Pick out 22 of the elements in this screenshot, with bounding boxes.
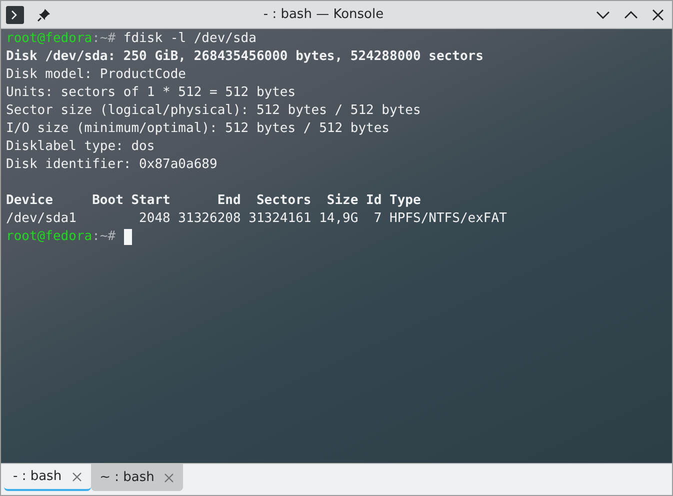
output-line: Units: sectors of 1 * 512 = 512 bytes bbox=[6, 84, 296, 102]
output-line: /dev/sda1 2048 31326208 31324161 14,9G 7 HPFS/NTFS/exFAT bbox=[6, 210, 507, 228]
terminal-icon bbox=[6, 6, 24, 24]
window-title: - : bash — Konsole bbox=[263, 7, 384, 22]
prompt-user: root@fedora bbox=[6, 228, 92, 246]
output-line: Disklabel type: dos bbox=[6, 138, 155, 156]
prompt-path: :~# bbox=[92, 30, 116, 48]
close-icon[interactable] bbox=[652, 8, 664, 20]
table-header: Device Boot Start End Sectors Size Id Type bbox=[6, 192, 421, 210]
terminal-area[interactable] bbox=[1, 29, 672, 463]
output-line: Disk identifier: 0x87a0a689 bbox=[6, 156, 218, 174]
minimize-icon[interactable] bbox=[596, 10, 610, 20]
command-text: fdisk -l /dev/sda bbox=[122, 30, 256, 48]
prompt-user: root@fedora bbox=[6, 30, 92, 48]
output-line: Disk /dev/sda: 250 GiB, 268435456000 bytes, 524288000 sectors bbox=[6, 48, 484, 66]
output-line: Sector size (logical/physical): 512 bytes / 512 bytes bbox=[6, 102, 421, 120]
output-line: Disk model: ProductCode bbox=[6, 66, 186, 84]
prompt-path: :~# bbox=[92, 228, 116, 246]
maximize-icon[interactable] bbox=[624, 10, 638, 20]
output-line: I/O size (minimum/optimal): 512 bytes / 512 bytes bbox=[6, 120, 390, 138]
tab[interactable]: ~ : bash bbox=[90, 464, 184, 491]
pin-icon[interactable] bbox=[37, 8, 51, 22]
